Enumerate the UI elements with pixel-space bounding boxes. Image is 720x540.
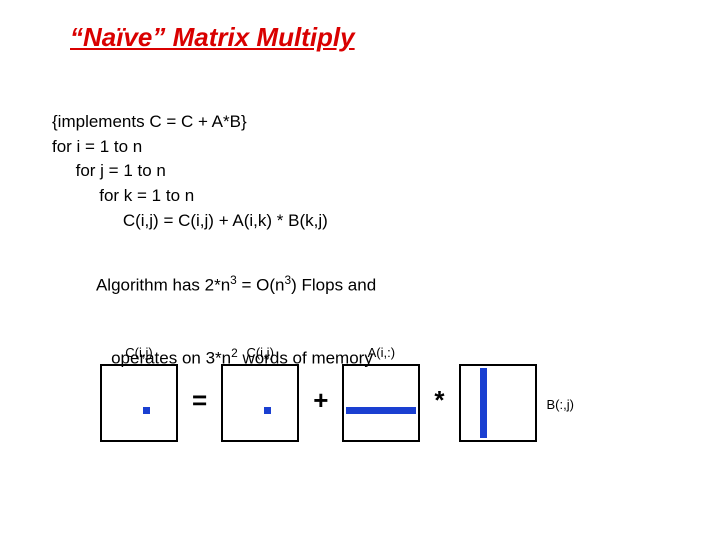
matrix-c-input: C(i,j) — [221, 345, 299, 442]
txt: = O(n — [237, 275, 285, 294]
code-line-4: for k = 1 to n — [52, 184, 328, 209]
code-line-5: C(i,j) = C(i,j) + A(i,k) * B(k,j) — [52, 209, 328, 234]
element-dot — [143, 407, 150, 414]
matrix-box — [221, 364, 299, 442]
txt: Algorithm has 2*n — [96, 275, 230, 294]
col-stripe — [480, 368, 487, 438]
exponent: 3 — [230, 273, 237, 287]
matrix-c-result: C(i,j) — [100, 345, 178, 442]
label-c2: C(i,j) — [246, 345, 273, 361]
matrix-a: A(i,:) — [342, 345, 420, 442]
plus-op: + — [299, 385, 342, 416]
times-op: * — [420, 385, 458, 416]
code-line-3: for j = 1 to n — [52, 159, 328, 184]
label-c1: C(i,j) — [125, 345, 152, 361]
matrix-box — [342, 364, 420, 442]
code-line-1: {implements C = C + A*B} — [52, 110, 328, 135]
label-a: A(i,:) — [368, 345, 395, 361]
matrix-box — [100, 364, 178, 442]
pseudocode-block: {implements C = C + A*B} for i = 1 to n … — [52, 110, 328, 233]
equals-op: = — [178, 385, 221, 416]
element-dot — [264, 407, 271, 414]
matrix-box — [459, 364, 537, 442]
code-line-2: for i = 1 to n — [52, 135, 328, 160]
matrix-b — [459, 345, 537, 442]
txt: ) Flops and — [291, 275, 376, 294]
slide-title: “Naïve” Matrix Multiply — [70, 22, 355, 53]
label-b: B(:,j) — [547, 397, 574, 412]
matrix-diagram: C(i,j) = C(i,j) + A(i,:) * B(:,j) — [100, 345, 574, 442]
complexity-line-1: Algorithm has 2*n3 = O(n3) Flops and — [78, 248, 376, 321]
row-stripe — [346, 407, 416, 414]
